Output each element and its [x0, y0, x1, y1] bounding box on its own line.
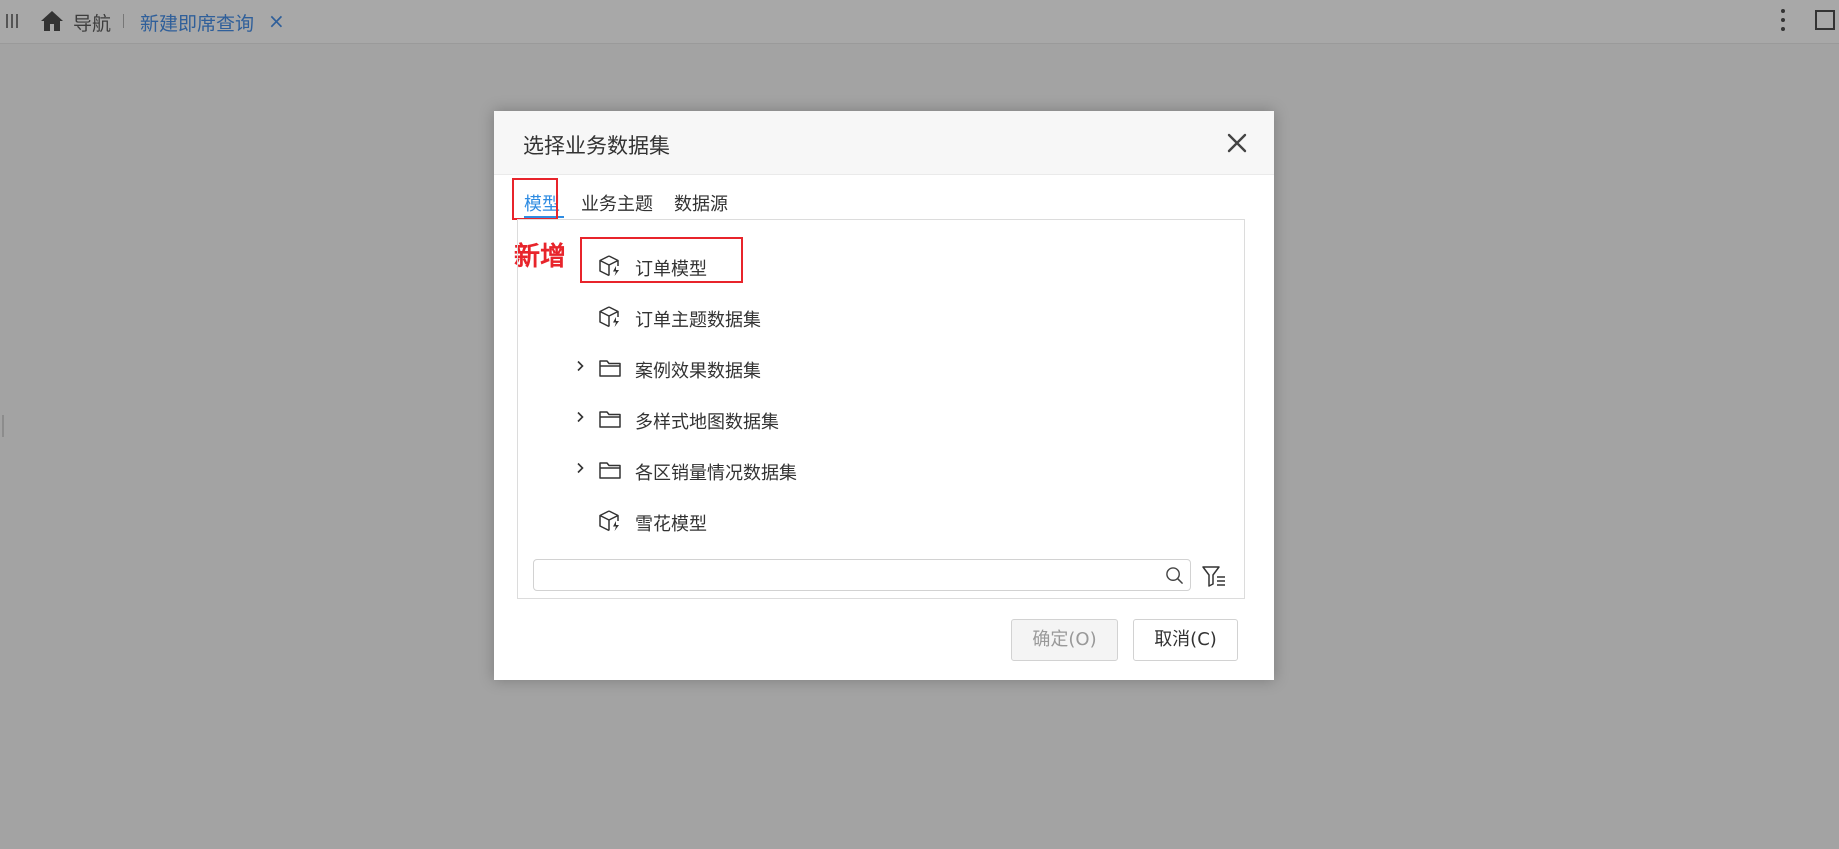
tree-item-label: 订单模型 [635, 259, 707, 280]
cancel-button[interactable]: 取消(C) [1133, 619, 1238, 661]
dataset-type-tabs: 模型 业务主题 数据源 [494, 174, 1274, 222]
tree-item[interactable]: 订单模型 [518, 246, 1218, 286]
tab-separator [123, 14, 124, 28]
model-cube-icon [599, 306, 619, 328]
tree-item[interactable]: 多样式地图数据集 [518, 399, 1218, 439]
dialog-title: 选择业务数据集 [523, 134, 670, 158]
more-options-icon[interactable] [1780, 9, 1786, 35]
dialog-header: 选择业务数据集 [494, 111, 1274, 175]
tab-new-adhoc-query[interactable]: 新建即席查询 [140, 9, 254, 36]
search-box[interactable] [533, 559, 1191, 591]
panel-resize-handle[interactable] [2, 415, 4, 437]
tree-item-label: 多样式地图数据集 [635, 412, 779, 433]
tree-item[interactable]: 各区销量情况数据集 [518, 450, 1218, 490]
highlight-box-tab [512, 178, 558, 220]
folder-icon [599, 411, 621, 428]
dataset-tree-panel: 订单模型 订单主题数据集 案例效果数据集 多样式地图数据集 各区销量情况数据集 … [517, 219, 1245, 599]
tree-item[interactable]: 雪花模型 [518, 501, 1218, 541]
filter-icon[interactable] [1201, 564, 1227, 588]
maximize-icon[interactable] [1815, 10, 1835, 30]
sidebar-toggle-icon[interactable] [6, 14, 19, 28]
tree-item[interactable]: 案例效果数据集 [518, 348, 1218, 388]
folder-icon [599, 462, 621, 479]
tree-item-label: 订单主题数据集 [635, 310, 761, 331]
tab-business-subject[interactable]: 业务主题 [581, 190, 653, 216]
select-dataset-dialog: 选择业务数据集 模型 业务主题 数据源 新增 订单模型 订单主题数据集 案例效果… [494, 111, 1274, 680]
tree-item[interactable]: 订单主题数据集 [518, 297, 1218, 337]
nav-tab[interactable]: 导航 [73, 9, 111, 36]
tab-close-icon[interactable]: × [268, 10, 285, 32]
tree-item-label: 雪花模型 [635, 514, 707, 535]
model-cube-icon [599, 510, 619, 532]
top-tab-bar: 导航 新建即席查询 × [0, 0, 1839, 44]
chevron-right-icon[interactable] [575, 462, 585, 474]
search-input[interactable] [542, 564, 1146, 588]
tree-item-label: 各区销量情况数据集 [635, 463, 797, 484]
ok-button[interactable]: 确定(O) [1011, 619, 1118, 661]
search-icon[interactable] [1165, 566, 1184, 585]
close-icon[interactable] [1225, 131, 1249, 155]
chevron-right-icon[interactable] [575, 360, 585, 372]
home-icon[interactable] [40, 10, 64, 32]
model-cube-icon [599, 255, 619, 277]
chevron-right-icon[interactable] [575, 411, 585, 423]
folder-icon [599, 360, 621, 377]
tree-item-label: 案例效果数据集 [635, 361, 761, 382]
tab-data-source[interactable]: 数据源 [674, 190, 728, 216]
